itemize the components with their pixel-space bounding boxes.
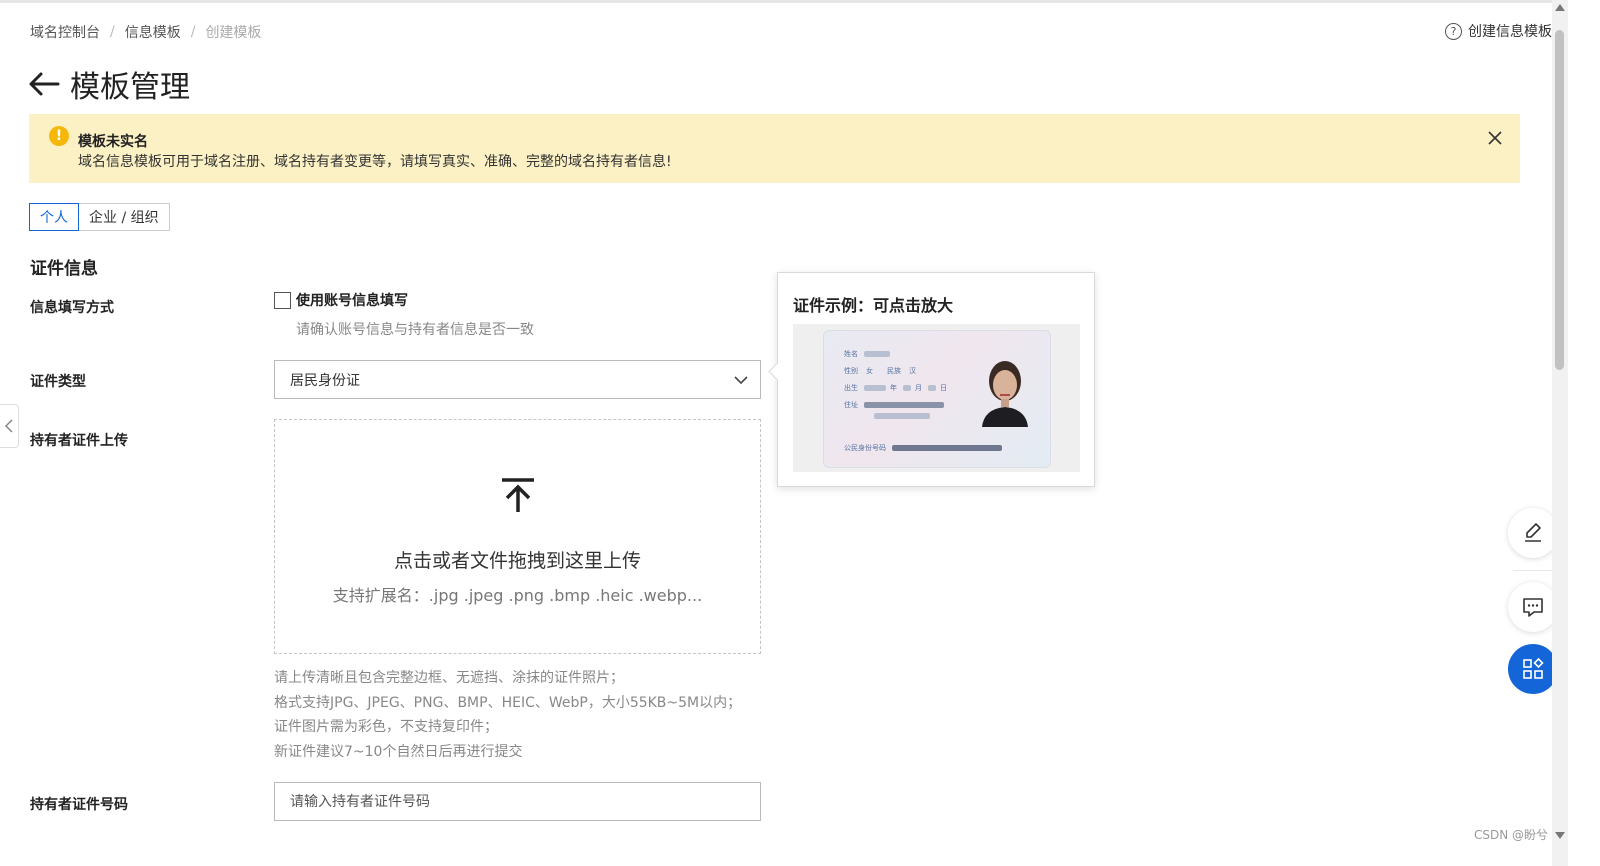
breadcrumb-separator: / [110, 24, 115, 40]
help-link-label: 创建信息模板 [1468, 24, 1552, 40]
id-number-label: 持有者证件号码 [30, 797, 128, 813]
card-month: 月 [915, 384, 922, 392]
card-name-label: 姓名 [844, 350, 858, 358]
alert-title: 模板未实名 [78, 134, 148, 150]
portrait-photo [978, 353, 1032, 427]
breadcrumb-item-domain-console[interactable]: 域名控制台 [30, 22, 100, 42]
checkbox-label: 使用账号信息填写 [296, 293, 408, 309]
page-header: 模板管理 [28, 64, 190, 105]
alert-message: 域名信息模板可用于域名注册、域名持有者变更等，请填写真实、准确、完整的域名持有者… [78, 154, 672, 170]
upload-tip: 格式支持JPG、JPEG、PNG、BMP、HEIC、WebP，大小55KB~5M… [274, 694, 742, 711]
checkbox-hint: 请确认账号信息与持有者信息是否一致 [296, 322, 534, 338]
breadcrumb-current: 创建模板 [205, 25, 262, 41]
card-gender-value: 女 [866, 367, 873, 375]
scroll-up-arrow-icon[interactable] [1555, 4, 1565, 11]
id-type-select[interactable]: 居民身份证 [274, 360, 761, 399]
upload-label: 持有者证件上传 [30, 433, 128, 449]
chat-icon [1523, 598, 1543, 617]
upload-tips: 请上传清晰且包含完整边框、无遮挡、涂抹的证件照片； 格式支持JPG、JPEG、P… [274, 666, 741, 764]
sidebar-toggle-handle[interactable] [0, 404, 19, 448]
section-title: 证件信息 [30, 259, 98, 279]
edit-float-button[interactable] [1508, 508, 1558, 558]
upload-tip: 新证件建议7~10个自然日后再进行提交 [274, 743, 523, 760]
use-account-info-checkbox[interactable] [274, 291, 291, 309]
warning-icon: ! [49, 126, 69, 146]
upload-title: 点击或者文件拖拽到这里上传 [393, 550, 641, 572]
tab-enterprise[interactable]: 企业 / 组织 [79, 203, 170, 231]
upload-extensions: 支持扩展名：.jpg .jpeg .png .bmp .heic .webp..… [332, 586, 703, 605]
card-address-label: 住址 [844, 401, 858, 409]
back-arrow-icon[interactable] [28, 69, 62, 99]
feedback-float-button[interactable] [1508, 582, 1558, 632]
help-icon: ? [1445, 22, 1462, 40]
scrollbar-thumb[interactable] [1555, 30, 1564, 370]
card-ethnicity-label: 民族 [887, 367, 901, 375]
upload-tip: 请上传清晰且包含完整边框、无遮挡、涂抹的证件照片； [274, 670, 624, 686]
id-number-input[interactable] [274, 782, 761, 821]
close-icon[interactable] [1486, 129, 1504, 147]
pencil-icon [1525, 523, 1541, 542]
id-card-sample: 姓名 性别 女 民族 汉 出生 年 月 日 住址 公民身份号码 [823, 330, 1051, 468]
apps-float-button[interactable] [1508, 644, 1558, 694]
use-account-info-checkbox-row[interactable]: 使用账号信息填写 [274, 290, 408, 310]
id-example-popover: 证件示例：可点击放大 姓名 性别 女 民族 汉 出生 年 月 日 住址 公民身份… [777, 272, 1095, 487]
float-divider [1513, 570, 1553, 571]
id-type-label: 证件类型 [30, 374, 86, 390]
chevron-left-icon [4, 419, 13, 433]
breadcrumb-separator: / [190, 24, 196, 40]
id-card-example-image[interactable]: 姓名 性别 女 民族 汉 出生 年 月 日 住址 公民身份号码 [793, 324, 1080, 472]
id-type-value: 居民身份证 [290, 372, 360, 389]
breadcrumb: 域名控制台 / 信息模板 / 创建模板 [30, 22, 261, 42]
card-id-number-label: 公民身份号码 [844, 444, 886, 452]
tab-individual[interactable]: 个人 [29, 203, 79, 231]
breadcrumb-item-info-template[interactable]: 信息模板 [125, 22, 181, 42]
page-scrollbar[interactable] [1552, 0, 1568, 866]
upload-icon [501, 478, 535, 514]
card-gender-label: 性别 [844, 367, 858, 375]
fill-method-label: 信息填写方式 [30, 300, 114, 316]
scroll-down-arrow-icon[interactable] [1555, 832, 1565, 839]
card-year: 年 [890, 384, 897, 392]
card-birth-label: 出生 [844, 384, 858, 392]
holder-type-tabs: 个人 企业 / 组织 [29, 203, 170, 231]
create-template-help-link[interactable]: ? 创建信息模板 [1445, 21, 1552, 41]
apps-grid-icon [1523, 657, 1544, 679]
upload-tip: 证件图片需为彩色，不支持复印件； [274, 719, 498, 735]
watermark: CSDN @盼兮 [1474, 828, 1549, 842]
alert-banner: ! 模板未实名 域名信息模板可用于域名注册、域名持有者变更等，请填写真实、准确、… [29, 114, 1520, 183]
card-ethnicity-value: 汉 [909, 367, 916, 375]
popover-title: 证件示例：可点击放大 [793, 296, 954, 315]
chevron-down-icon [734, 373, 748, 387]
top-divider [0, 0, 1552, 3]
card-day: 日 [940, 384, 947, 392]
id-upload-dropzone[interactable]: 点击或者文件拖拽到这里上传 支持扩展名：.jpg .jpeg .png .bmp… [274, 419, 761, 654]
page-title: 模板管理 [70, 70, 190, 105]
